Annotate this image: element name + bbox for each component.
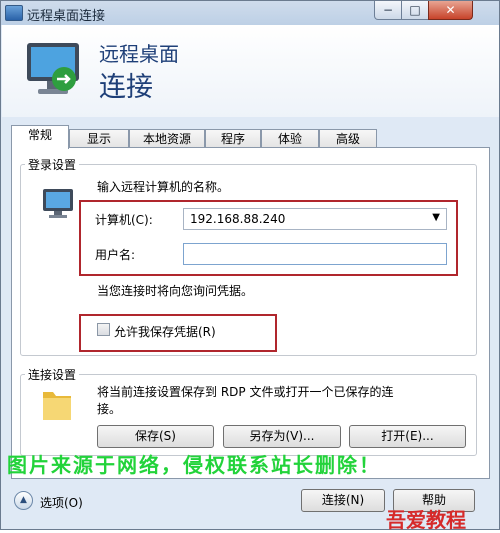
remote-desktop-app-icon — [5, 5, 23, 21]
connection-settings-legend: 连接设置 — [25, 366, 80, 383]
save-credentials-label[interactable]: 允许我保存凭据(R) — [114, 323, 216, 340]
connection-description-line2: 接。 — [97, 402, 122, 416]
credential-note: 当您连接时将向您询问凭据。 — [97, 284, 254, 298]
site-logo: 吾爱教程 — [386, 508, 466, 532]
folder-icon — [43, 392, 71, 420]
computer-value: 192.168.88.240 — [190, 212, 286, 226]
minimize-button[interactable]: − — [374, 1, 402, 20]
computer-select[interactable]: 192.168.88.240 ▼ — [183, 208, 447, 230]
dropdown-arrow-icon[interactable]: ▼ — [432, 212, 440, 223]
connect-button[interactable]: 连接(N) — [301, 489, 385, 512]
save-button[interactable]: 保存(S) — [97, 425, 214, 448]
open-button[interactable]: 打开(E)... — [349, 425, 466, 448]
maximize-button[interactable]: □ — [401, 1, 429, 20]
computer-label: 计算机(C): — [95, 213, 153, 227]
options-label[interactable]: 选项(O) — [40, 494, 83, 511]
username-input[interactable] — [183, 243, 447, 265]
tab-advanced[interactable]: 高级 — [319, 129, 377, 148]
login-settings-legend: 登录设置 — [25, 156, 80, 173]
remote-desktop-window: 远程桌面连接 − □ ✕ 远程桌面 连接 常规 显示 本地资源 程序 体验 高级… — [0, 0, 500, 532]
header-title-line1: 远程桌面 — [99, 42, 179, 66]
username-label: 用户名: — [95, 248, 136, 262]
login-prompt: 输入远程计算机的名称。 — [97, 180, 230, 194]
window-title: 远程桌面连接 — [27, 9, 106, 24]
computer-icon — [43, 189, 73, 218]
watermark-text: 图片来源于网络，侵权联系站长删除！ — [7, 453, 381, 477]
tab-programs[interactable]: 程序 — [205, 129, 261, 148]
tab-general[interactable]: 常规 — [11, 125, 69, 149]
title-bar: 远程桌面连接 − □ ✕ — [1, 1, 499, 25]
tab-display[interactable]: 显示 — [69, 129, 129, 148]
close-button[interactable]: ✕ — [428, 1, 473, 20]
tab-local-resources[interactable]: 本地资源 — [129, 129, 205, 148]
header-title-line2: 连接 — [99, 72, 153, 103]
tab-experience[interactable]: 体验 — [261, 129, 319, 148]
options-toggle-icon[interactable]: ▲ — [14, 491, 33, 510]
header-banner: 远程桌面 连接 — [2, 25, 499, 117]
connection-description-line1: 将当前连接设置保存到 RDP 文件或打开一个已保存的连 — [97, 385, 394, 399]
save-as-button[interactable]: 另存为(V)... — [223, 425, 341, 448]
save-credentials-checkbox[interactable] — [97, 323, 110, 336]
remote-monitor-icon — [27, 43, 79, 94]
